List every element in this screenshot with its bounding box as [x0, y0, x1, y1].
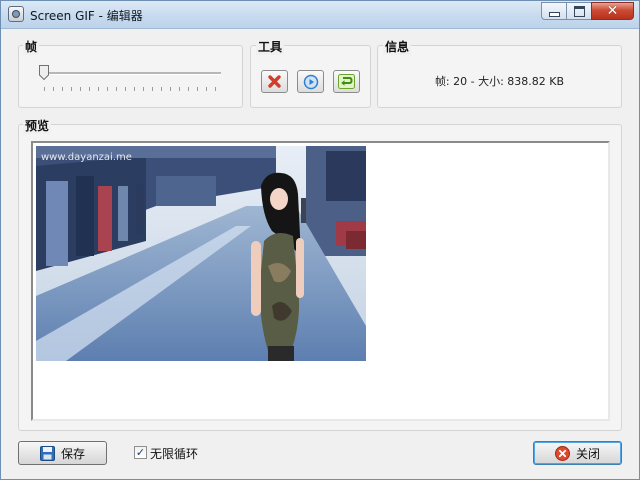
- infinite-loop-label[interactable]: 无限循环: [150, 445, 198, 462]
- save-button[interactable]: 保存: [18, 441, 107, 465]
- close-button-label: 关闭: [575, 446, 600, 461]
- floppy-disk-icon: [39, 445, 55, 461]
- app-icon[interactable]: [8, 6, 24, 22]
- watermark-text: www.dayanzai.me: [41, 152, 132, 163]
- close-window-button[interactable]: ✕: [591, 2, 634, 20]
- save-button-label: 保存: [60, 446, 85, 461]
- frame-slider-track[interactable]: [42, 72, 221, 75]
- reverse-button[interactable]: [333, 70, 360, 93]
- close-icon: ✕: [606, 3, 619, 19]
- play-button[interactable]: [297, 70, 324, 93]
- maximize-button[interactable]: [566, 2, 592, 20]
- caption-buttons: ✕: [541, 2, 634, 21]
- title-bar[interactable]: Screen GIF - 编辑器 ✕: [1, 1, 639, 29]
- minimize-icon: [548, 11, 560, 17]
- delete-icon: [268, 75, 281, 88]
- preview-area[interactable]: www.dayanzai.me: [31, 141, 610, 421]
- delete-frame-button[interactable]: [261, 70, 288, 93]
- frame-group: [18, 45, 243, 108]
- editor-window: Screen GIF - 编辑器 ✕ 帧 工具 信息 帧: 20 - 大小: 8…: [0, 0, 640, 480]
- frame-info-text: 帧: 20 - 大小: 838.82 KB: [434, 75, 565, 88]
- minimize-button[interactable]: [541, 2, 567, 20]
- street-photo: [36, 146, 366, 361]
- infinite-loop-checkbox[interactable]: ✓: [134, 446, 147, 459]
- preview-group-title: 预览: [23, 117, 52, 134]
- close-circle-icon: [554, 445, 570, 461]
- close-button[interactable]: 关闭: [533, 441, 622, 465]
- frame-slider-thumb[interactable]: [39, 65, 49, 80]
- preview-image: www.dayanzai.me: [36, 146, 366, 361]
- frame-slider-ticks: [44, 87, 216, 91]
- reverse-icon: [338, 74, 355, 89]
- play-icon: [303, 74, 318, 89]
- maximize-icon: [573, 5, 585, 17]
- window-title: Screen GIF - 编辑器: [30, 9, 143, 23]
- frame-group-title: 帧: [23, 38, 40, 55]
- checkmark-icon: ✓: [135, 446, 146, 459]
- info-group-title: 信息: [383, 38, 412, 55]
- tools-group-title: 工具: [256, 38, 285, 55]
